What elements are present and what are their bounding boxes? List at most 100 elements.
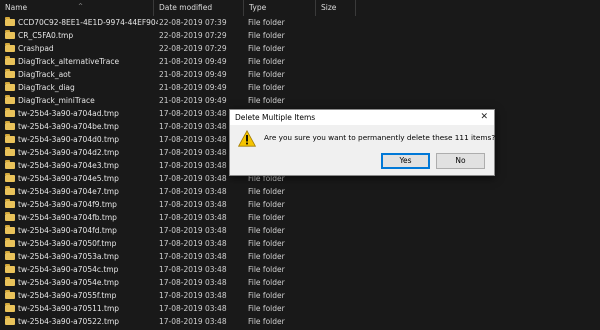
file-date: 22-08-2019 07:29 [159,44,227,53]
table-row[interactable]: tw-25b4-3a90-a7054c.tmp 17-08-2019 03:48 F… [0,263,600,276]
file-date: 17-08-2019 03:48 [159,291,227,300]
file-type: File folder [248,96,285,105]
column-header-name[interactable]: ^ Name [0,0,154,16]
table-row[interactable]: tw-25b4-3a90-a704fd.tmp 17-08-2019 03:48 F… [0,224,600,237]
file-type: File folder [248,18,285,27]
table-row[interactable]: tw-25b4-3a90-a704e7.tmp 17-08-2019 03:48 F… [0,185,600,198]
table-row[interactable]: DiagTrack_miniTrace 21-08-2019 09:49 File … [0,94,600,107]
file-date: 17-08-2019 03:48 [159,226,227,235]
table-row[interactable]: DiagTrack_aot 21-08-2019 09:49 File folder [0,68,600,81]
file-name: tw-25b4-3a90-a7053a.tmp [18,252,119,261]
file-type: File folder [248,44,285,53]
file-name: tw-25b4-3a90-a704f9.tmp [18,200,117,209]
table-row[interactable]: DiagTrack_diag 21-08-2019 09:49 File folde… [0,81,600,94]
file-type: File folder [248,252,285,261]
table-row[interactable]: tw-25b4-3a90-a70522.tmp 17-08-2019 03:48 F… [0,315,600,328]
file-name: DiagTrack_alternativeTrace [18,57,120,66]
folder-icon [5,199,15,208]
file-name: tw-25b4-3a90-a704e3.tmp [18,161,119,170]
file-date: 22-08-2019 07:29 [159,31,227,40]
table-row[interactable]: tw-25b4-3a90-a70511.tmp 17-08-2019 03:48 F… [0,302,600,315]
file-date: 17-08-2019 03:48 [159,317,227,326]
file-date: 17-08-2019 03:48 [159,213,227,222]
file-name: tw-25b4-3a90-a704ad.tmp [18,109,119,118]
folder-icon [5,108,15,117]
dialog-content: Are you sure you want to permanently del… [230,125,496,175]
file-date: 17-08-2019 03:48 [159,239,227,248]
dialog-title: Delete Multiple Items [235,113,316,122]
file-type: File folder [248,278,285,287]
file-name: DiagTrack_aot [18,70,71,79]
file-type: File folder [248,213,285,222]
file-date: 17-08-2019 03:48 [159,265,227,274]
folder-icon [5,238,15,247]
folder-icon [5,82,15,91]
file-date: 21-08-2019 09:49 [159,70,227,79]
file-date: 22-08-2019 07:39 [159,18,227,27]
file-type: File folder [248,265,285,274]
file-date: 17-08-2019 03:48 [159,200,227,209]
folder-icon [5,290,15,299]
folder-icon [5,56,15,65]
file-type: File folder [248,239,285,248]
file-name: tw-25b4-3a90-a70511.tmp [18,304,120,313]
table-row[interactable]: tw-25b4-3a90-a7054e.tmp 17-08-2019 03:48 F… [0,276,600,289]
dialog-titlebar[interactable]: Delete Multiple Items ✕ [230,110,494,125]
file-name: tw-25b4-3a90-a704d0.tmp [18,135,120,144]
delete-dialog: Delete Multiple Items ✕ Are you sure you… [229,109,495,176]
file-date: 21-08-2019 09:49 [159,83,227,92]
file-date: 17-08-2019 03:48 [159,278,227,287]
folder-icon [5,251,15,260]
file-name: tw-25b4-3a90-a7054c.tmp [18,265,119,274]
file-type: File folder [248,31,285,40]
file-type: File folder [248,70,285,79]
column-header-size[interactable]: Size [316,0,356,16]
folder-icon [5,303,15,312]
file-date: 21-08-2019 09:49 [159,96,227,105]
file-date: 21-08-2019 09:49 [159,57,227,66]
warning-icon [238,130,256,147]
table-row[interactable]: CR_C5FA0.tmp 22-08-2019 07:29 File folder [0,29,600,42]
file-name: tw-25b4-3a90-a704fb.tmp [18,213,117,222]
file-type: File folder [248,83,285,92]
no-button[interactable]: No [436,153,485,169]
folder-icon [5,160,15,169]
table-row[interactable]: tw-25b4-3a90-a7053a.tmp 17-08-2019 03:48 F… [0,250,600,263]
file-name: tw-25b4-3a90-a704be.tmp [18,122,119,131]
folder-icon [5,147,15,156]
folder-icon [5,43,15,52]
dialog-message: Are you sure you want to permanently del… [264,133,496,142]
table-row[interactable]: Crashpad 22-08-2019 07:29 File folder [0,42,600,55]
column-header-size-label: Size [321,3,337,12]
file-type: File folder [248,317,285,326]
column-header-type-label: Type [249,3,267,12]
file-name: tw-25b4-3a90-a7050f.tmp [18,239,117,248]
file-name: Crashpad [18,44,54,53]
column-header-bar: ^ Name Date modified Type Size [0,0,600,16]
column-header-date-label: Date modified [159,3,213,12]
column-header-date[interactable]: Date modified [154,0,244,16]
file-date: 17-08-2019 03:48 [159,304,227,313]
folder-icon [5,264,15,273]
table-row[interactable]: tw-25b4-3a90-a7050f.tmp 17-08-2019 03:48 F… [0,237,600,250]
file-name: tw-25b4-3a90-a704fd.tmp [18,226,117,235]
folder-icon [5,186,15,195]
no-button-label: No [455,156,466,165]
table-row[interactable]: tw-25b4-3a90-a704f9.tmp 17-08-2019 03:48 F… [0,198,600,211]
folder-icon [5,134,15,143]
yes-button[interactable]: Yes [381,153,430,169]
folder-icon [5,225,15,234]
file-name: tw-25b4-3a90-a7055f.tmp [18,291,117,300]
table-row[interactable]: tw-25b4-3a90-a7055f.tmp 17-08-2019 03:48 F… [0,289,600,302]
file-name: CR_C5FA0.tmp [18,31,74,40]
file-name: tw-25b4-3a90-a704d2.tmp [18,148,120,157]
table-row[interactable]: tw-25b4-3a90-a704fb.tmp 17-08-2019 03:48 F… [0,211,600,224]
column-header-type[interactable]: Type [244,0,316,16]
file-name: tw-25b4-3a90-a7054e.tmp [18,278,119,287]
folder-icon [5,316,15,325]
file-type: File folder [248,226,285,235]
table-row[interactable]: CCD70C92-8EE1-4E1D-9974-44EF904FA2...22-… [0,16,600,29]
yes-button-label: Yes [399,156,412,165]
table-row[interactable]: DiagTrack_alternativeTrace 21-08-2019 09:… [0,55,600,68]
close-icon[interactable]: ✕ [480,110,488,125]
